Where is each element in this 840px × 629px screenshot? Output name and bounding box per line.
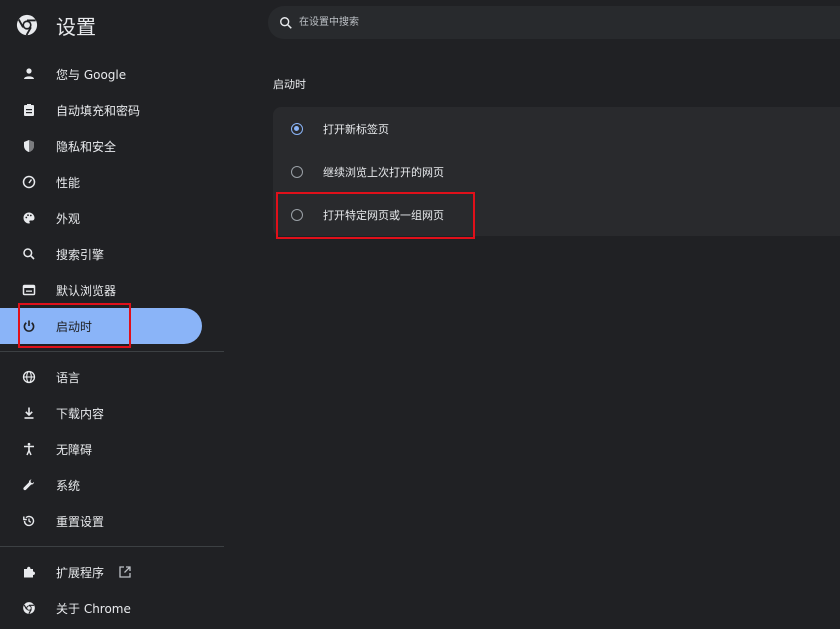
- chrome-logo-icon: [16, 14, 38, 36]
- sidebar-item-label: 关于 Chrome: [56, 601, 131, 616]
- open-in-new-icon: [119, 566, 131, 578]
- radio-button[interactable]: [291, 165, 303, 178]
- sidebar: 您与 Google 自动填充和密码 隐私和安全 性能 外观 搜索引擎 默认浏览器…: [0, 56, 224, 626]
- wrench-icon: [20, 476, 38, 494]
- radio-button-checked[interactable]: [291, 122, 303, 135]
- download-icon: [20, 404, 38, 422]
- sidebar-item-accessibility[interactable]: 无障碍: [0, 431, 224, 467]
- search-input[interactable]: [297, 16, 801, 29]
- sidebar-item-languages[interactable]: 语言: [0, 359, 224, 395]
- sidebar-item-about-chrome[interactable]: 关于 Chrome: [0, 590, 224, 626]
- speedometer-icon: [20, 173, 38, 191]
- option-label: 打开特定网页或一组网页: [323, 208, 444, 222]
- sidebar-item-label: 系统: [56, 478, 81, 493]
- accessibility-icon: [20, 440, 38, 458]
- page-title: 设置: [56, 14, 96, 39]
- chrome-icon: [20, 599, 38, 617]
- clipboard-icon: [20, 101, 38, 119]
- sidebar-item-label: 启动时: [56, 319, 93, 334]
- sidebar-item-label: 隐私和安全: [56, 139, 117, 154]
- option-label: 继续浏览上次打开的网页: [323, 165, 444, 179]
- search-icon: [280, 16, 292, 29]
- radio-option-new-tab[interactable]: 打开新标签页: [273, 107, 840, 150]
- sidebar-item-label: 无障碍: [56, 442, 93, 457]
- option-label: 打开新标签页: [323, 122, 389, 136]
- sidebar-item-performance[interactable]: 性能: [0, 164, 224, 200]
- sidebar-item-extensions[interactable]: 扩展程序: [0, 554, 224, 590]
- sidebar-divider: [0, 546, 224, 547]
- sidebar-item-label: 搜索引擎: [56, 247, 105, 262]
- radio-option-specific-pages[interactable]: 打开特定网页或一组网页: [273, 193, 840, 236]
- sidebar-item-default-browser[interactable]: 默认浏览器: [0, 272, 224, 308]
- sidebar-item-label: 扩展程序: [56, 565, 105, 580]
- sidebar-item-on-startup[interactable]: 启动时: [0, 308, 202, 344]
- sidebar-item-label: 自动填充和密码: [56, 103, 141, 118]
- person-icon: [20, 65, 38, 83]
- section-title: 启动时: [273, 78, 306, 91]
- sidebar-item-label: 外观: [56, 211, 81, 226]
- search-bar[interactable]: [268, 6, 840, 39]
- startup-options-card: 打开新标签页 继续浏览上次打开的网页 打开特定网页或一组网页: [273, 107, 840, 236]
- sidebar-item-downloads[interactable]: 下载内容: [0, 395, 224, 431]
- sidebar-item-system[interactable]: 系统: [0, 467, 224, 503]
- brand: 设置: [16, 10, 96, 40]
- shield-icon: [20, 137, 38, 155]
- sidebar-item-autofill[interactable]: 自动填充和密码: [0, 92, 224, 128]
- sidebar-item-label: 性能: [56, 175, 81, 190]
- globe-icon: [20, 368, 38, 386]
- puzzle-icon: [20, 563, 38, 581]
- settings-window: 设置 您与 Google 自动填充和密码 隐私和安全: [0, 0, 840, 629]
- search-icon: [20, 245, 38, 263]
- sidebar-item-privacy[interactable]: 隐私和安全: [0, 128, 224, 164]
- radio-option-continue[interactable]: 继续浏览上次打开的网页: [273, 150, 840, 193]
- history-icon: [20, 512, 38, 530]
- power-icon: [20, 317, 38, 335]
- sidebar-item-reset[interactable]: 重置设置: [0, 503, 224, 539]
- sidebar-item-search-engine[interactable]: 搜索引擎: [0, 236, 224, 272]
- sidebar-item-label: 您与 Google: [56, 67, 127, 82]
- sidebar-item-label: 下载内容: [56, 406, 105, 421]
- sidebar-item-appearance[interactable]: 外观: [0, 200, 224, 236]
- radio-button[interactable]: [291, 208, 303, 221]
- browser-icon: [20, 281, 38, 299]
- palette-icon: [20, 209, 38, 227]
- sidebar-item-label: 默认浏览器: [56, 283, 117, 298]
- sidebar-item-label: 语言: [56, 370, 81, 385]
- sidebar-divider: [0, 351, 224, 352]
- sidebar-item-you-and-google[interactable]: 您与 Google: [0, 56, 224, 92]
- sidebar-item-label: 重置设置: [56, 514, 105, 529]
